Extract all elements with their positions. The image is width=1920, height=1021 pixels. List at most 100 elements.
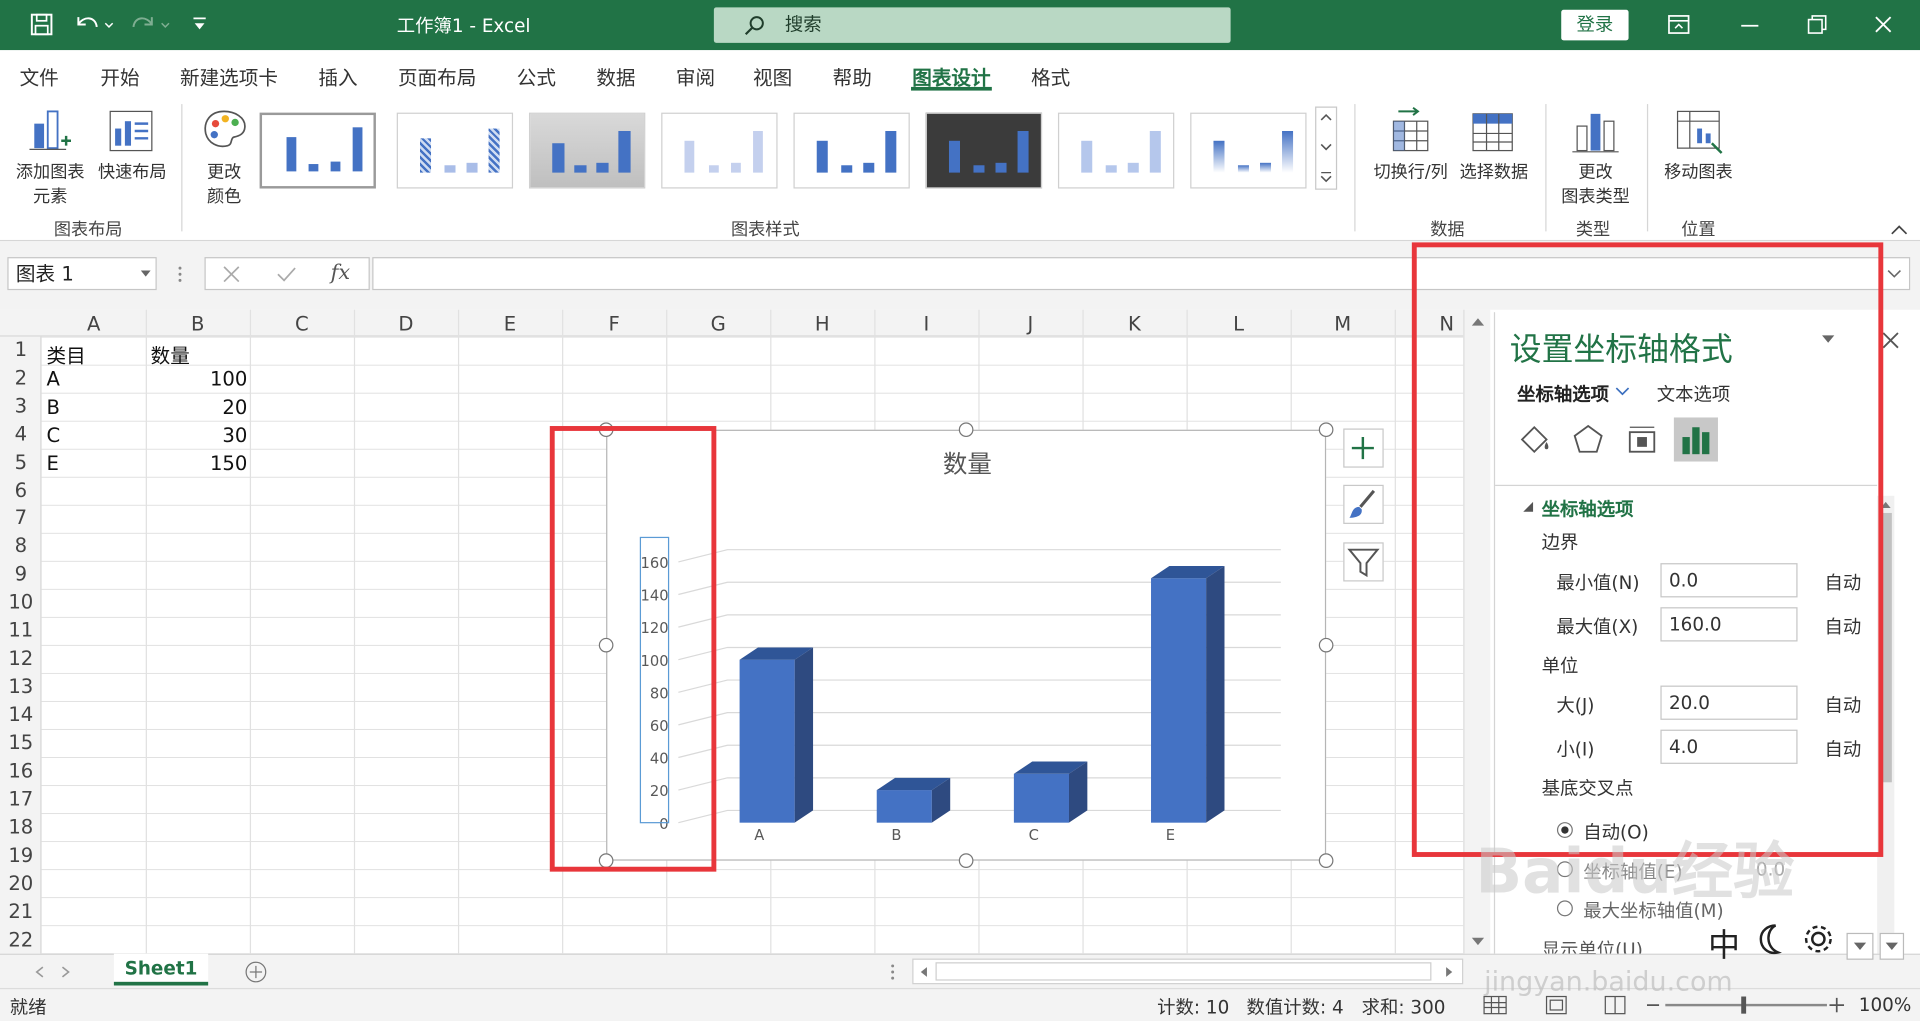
chart-elements-button[interactable] [1343,428,1384,468]
column-header[interactable]: L [1187,312,1291,335]
row-header[interactable]: 10 [0,590,42,613]
row-header[interactable]: 19 [0,843,42,866]
tab-help[interactable]: 帮助 [833,61,872,90]
row-header[interactable]: 22 [0,928,42,951]
drag-handle-icon[interactable] [178,266,183,283]
row-header[interactable]: 4 [0,422,42,445]
chart-style-8[interactable] [1190,112,1307,189]
column-header[interactable]: G [666,312,770,335]
cell-a2[interactable]: A [47,367,60,390]
chart-style-6[interactable] [925,112,1043,189]
row-header[interactable]: 13 [0,675,42,698]
cell-a1[interactable]: 类目 [47,339,86,368]
add-chart-element-button[interactable]: 添加图表 元素 [7,102,90,215]
tab-view[interactable]: 视图 [753,61,792,90]
column-header[interactable]: E [458,312,562,335]
insert-function-icon[interactable]: fx [331,261,350,285]
tab-review[interactable]: 审阅 [676,61,715,90]
change-chart-type-button[interactable]: 更改 图表类型 [1555,102,1636,215]
scroll-left-icon[interactable] [918,966,928,978]
row-header[interactable]: 7 [0,506,42,529]
column-header[interactable]: M [1291,312,1395,335]
row-header[interactable]: 18 [0,815,42,838]
close-pane-icon[interactable] [1882,332,1899,349]
row-header[interactable]: 1 [0,338,42,361]
expand-formula-icon[interactable] [1887,269,1902,279]
column-header[interactable]: C [250,312,354,335]
cell-b2[interactable]: 100 [147,367,247,390]
bar[interactable] [739,647,814,823]
chevron-down-icon[interactable] [140,270,151,278]
resize-handle[interactable] [1318,637,1334,653]
name-box[interactable]: 图表 1 [7,257,157,291]
dropdown-button[interactable] [1846,932,1874,960]
close-icon[interactable] [1873,15,1893,35]
row-header[interactable]: 12 [0,646,42,669]
row-header[interactable]: 8 [0,534,42,557]
row-header[interactable]: 14 [0,703,42,726]
column-header[interactable]: D [354,312,458,335]
save-icon[interactable] [29,12,53,36]
resize-handle[interactable] [1318,853,1334,868]
customize-toolbar-icon[interactable] [191,15,208,35]
chart-style-7[interactable] [1057,112,1175,189]
undo-icon[interactable] [73,12,115,36]
cell-b3[interactable]: 20 [147,395,247,418]
cell-a5[interactable]: E [47,452,59,475]
tab-file[interactable]: 文件 [20,61,59,90]
chart-title[interactable]: 数量 [943,450,992,479]
horizontal-scrollbar[interactable] [912,958,1464,985]
row-header[interactable]: 15 [0,731,42,754]
sheet-tab-sheet1[interactable]: Sheet1 [113,953,209,986]
column-header[interactable]: F [562,312,666,335]
tab-page-layout[interactable]: 页面布局 [398,61,476,90]
add-sheet-icon[interactable] [245,961,267,983]
row-header[interactable]: 16 [0,759,42,782]
collapse-ribbon-icon[interactable] [1891,224,1908,236]
column-header[interactable]: K [1082,312,1186,335]
zoom-slider[interactable] [1665,996,1827,1014]
resize-handle[interactable] [1318,422,1334,438]
column-header[interactable]: H [770,312,874,335]
row-header[interactable]: 11 [0,618,42,641]
redo-icon[interactable] [130,12,172,36]
resize-handle[interactable] [958,422,974,438]
quick-layout-button[interactable]: 快速布局 [93,102,171,215]
tab-home[interactable]: 开始 [100,61,139,90]
cell-b5[interactable]: 150 [147,452,247,475]
horizontal-scroll-thumb[interactable] [935,962,1432,981]
prev-sheet-icon[interactable] [34,966,44,978]
column-header[interactable]: A [42,312,146,335]
column-header[interactable]: I [874,312,978,335]
page-layout-view-icon[interactable] [1545,995,1567,1015]
chart-style-1[interactable] [259,112,376,189]
login-button[interactable]: 登录 [1561,9,1629,41]
moon-icon[interactable] [1758,923,1785,955]
row-header[interactable]: 3 [0,394,42,417]
next-sheet-icon[interactable] [61,966,71,978]
resize-handle[interactable] [958,853,974,868]
search-box[interactable]: 搜索 [713,7,1231,43]
switch-row-column-button[interactable]: 切换行/列 [1367,102,1455,215]
ribbon-display-icon[interactable] [1668,15,1690,35]
chart-filters-button[interactable] [1343,542,1384,582]
row-header[interactable]: 9 [0,562,42,585]
scroll-down-icon[interactable] [1471,937,1486,947]
settings-gear-icon[interactable] [1802,923,1834,955]
row-header[interactable]: 5 [0,451,42,474]
change-colors-button[interactable]: 更改 颜色 [193,102,254,215]
tab-insert[interactable]: 插入 [318,61,357,90]
tab-data[interactable]: 数据 [596,61,635,90]
cell-a4[interactable]: C [47,424,61,447]
cancel-icon[interactable] [223,266,240,283]
minimize-icon[interactable] [1740,23,1760,28]
row-header[interactable]: 2 [0,366,42,389]
scroll-right-icon[interactable] [1445,966,1455,978]
chart-style-5[interactable] [793,112,910,189]
bar[interactable] [876,777,951,823]
zoom-slider-thumb[interactable] [1741,996,1747,1014]
normal-view-icon[interactable] [1483,995,1507,1015]
ime-indicator[interactable]: 中 [1708,921,1740,966]
tab-formulas[interactable]: 公式 [517,61,556,90]
more-styles-icon[interactable] [1320,171,1332,183]
